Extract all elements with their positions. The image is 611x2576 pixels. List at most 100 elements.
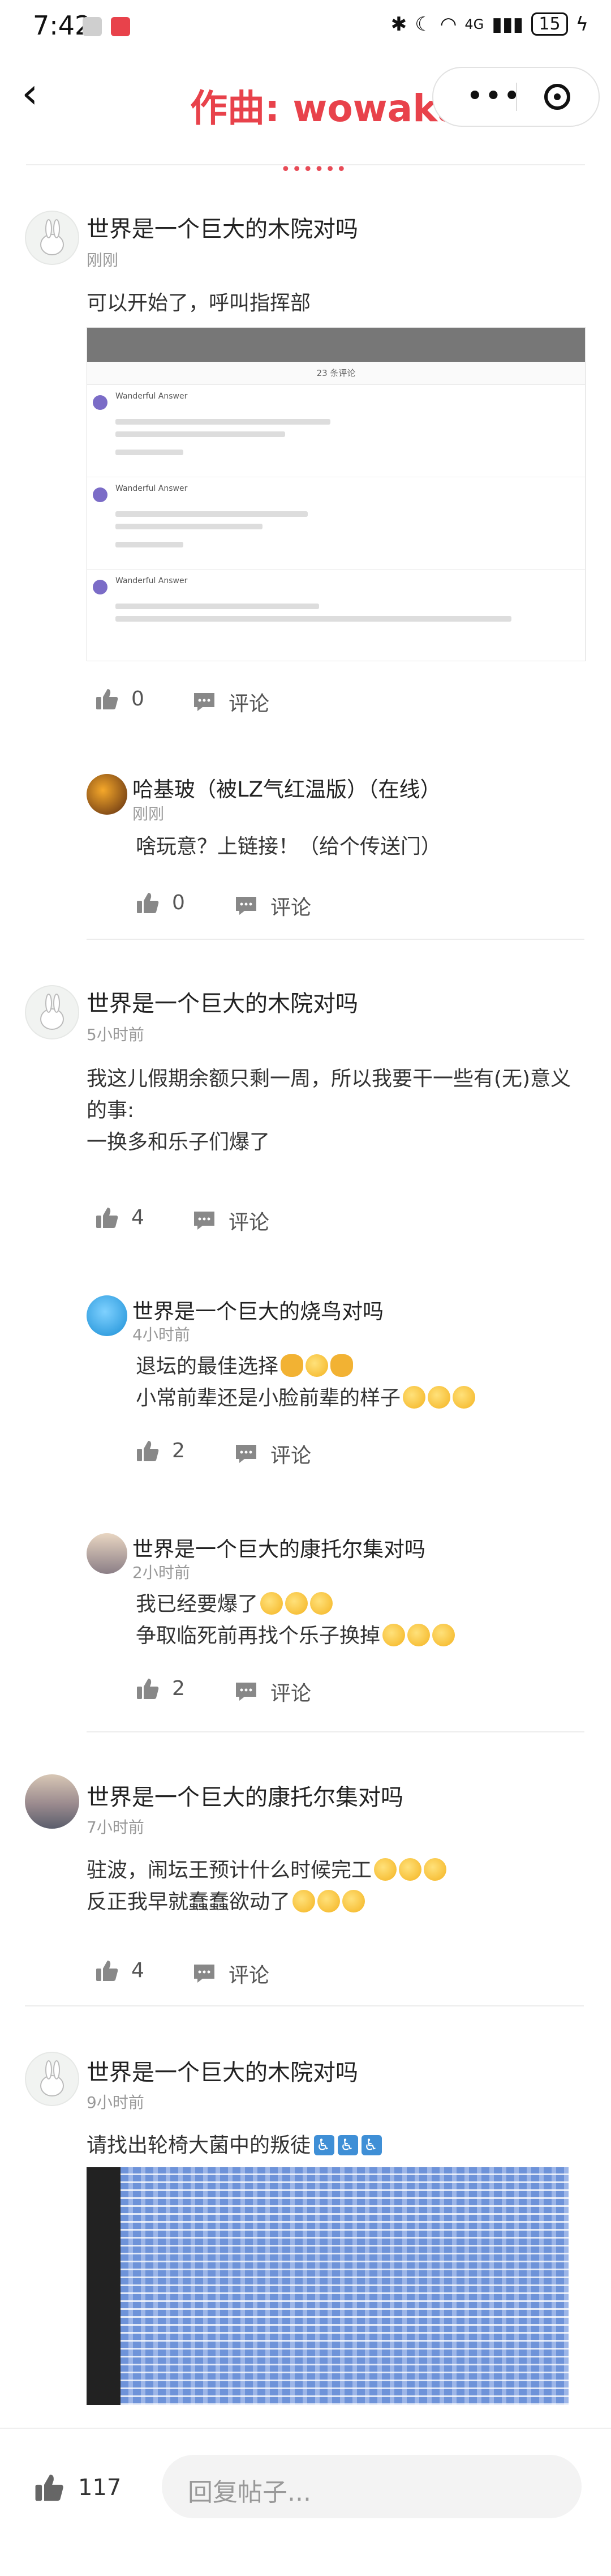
smile-emoji	[285, 1592, 308, 1615]
avatar[interactable]	[25, 985, 79, 1039]
post-like-button[interactable]: 117	[34, 2473, 121, 2502]
divider	[25, 2005, 584, 2006]
username[interactable]: 世界是一个巨大的康托尔集对吗	[87, 1779, 403, 1812]
status-bar: 7:42 ✱ ☾ ◠ 4G ▮▮▮ 15 ϟ	[0, 0, 611, 57]
laughing-tears-emoji	[428, 1386, 451, 1409]
like-count: 0	[131, 687, 144, 711]
reply-text: 退坛的最佳选择 小常前辈还是小脸前辈的样子	[136, 1351, 476, 1414]
like-count: 0	[172, 891, 185, 914]
image-toolbar	[87, 2167, 121, 2405]
comment-label: 评论	[270, 1682, 312, 1705]
like-count: 4	[131, 1959, 144, 1982]
smile-emoji	[317, 1890, 341, 1912]
comment-button[interactable]: 评论	[192, 687, 269, 717]
embedded-image[interactable]	[87, 2167, 569, 2405]
close-miniapp-icon[interactable]	[544, 84, 570, 110]
wheelchair-emoji	[314, 2135, 335, 2155]
page-title: 作曲: wowaka	[190, 87, 463, 130]
notification-icon	[83, 17, 102, 36]
reply-text: 我已经要爆了 争取临死前再找个乐子换掉	[136, 1589, 455, 1652]
back-icon[interactable]: ‹	[21, 72, 38, 114]
comment-label: 评论	[229, 1964, 270, 1987]
comment-text: 驻波，闹坛王预计什么时候完工 反正我早就蠢蠢欲动了	[87, 1855, 447, 1918]
laughing-tears-emoji	[453, 1386, 476, 1409]
bluetooth-icon: ✱	[390, 12, 407, 36]
thumb-up-icon	[137, 892, 159, 913]
username[interactable]: 世界是一个巨大的木院对吗	[87, 211, 358, 243]
thumb-up-icon	[96, 688, 118, 709]
app-notification-icon	[111, 17, 130, 36]
screenshot-header: 23 条评论	[87, 362, 585, 385]
reply-input[interactable]: 回复帖子...	[162, 2455, 582, 2518]
smile-emoji	[260, 1592, 283, 1615]
truncated-previous-text: ▔▔ ▔▔ ▔	[26, 120, 196, 130]
signal-icon: ▮▮▮	[492, 12, 524, 36]
like-count: 2	[172, 1677, 185, 1700]
more-icon[interactable]: •••	[466, 79, 522, 113]
thinking-emoji	[374, 1858, 397, 1881]
comment-button[interactable]: 评论	[234, 891, 311, 921]
network-type: 4G	[464, 16, 484, 32]
thinking-emoji	[424, 1858, 447, 1881]
like-button[interactable]: 0	[136, 891, 185, 914]
moon-icon: ☾	[415, 12, 432, 36]
thumb-up-icon	[96, 1207, 118, 1228]
avatar[interactable]	[87, 1295, 127, 1336]
divider	[87, 939, 584, 940]
battery-level: 15	[531, 12, 568, 36]
comment-button[interactable]: 评论	[192, 1206, 269, 1235]
avatar[interactable]	[87, 774, 127, 815]
smile-emoji	[310, 1592, 333, 1615]
comment-label: 评论	[229, 692, 270, 716]
capsule-divider	[516, 83, 517, 111]
like-count: 2	[172, 1439, 185, 1462]
comment-button[interactable]: 评论	[234, 1439, 311, 1469]
smile-emoji	[342, 1890, 365, 1912]
avatar[interactable]	[25, 1774, 79, 1829]
comment-icon	[236, 1445, 256, 1463]
like-button[interactable]: 4	[95, 1206, 144, 1229]
timestamp: 刚刚	[87, 251, 119, 269]
like-button[interactable]: 2	[136, 1677, 185, 1700]
avatar[interactable]	[25, 211, 79, 265]
avatar[interactable]	[87, 1533, 127, 1574]
like-button[interactable]: 0	[95, 687, 144, 711]
wifi-icon: ◠	[440, 12, 457, 36]
username[interactable]: 哈基玻（被LZ气红温版）（在线）	[132, 772, 441, 803]
like-button[interactable]: 4	[95, 1959, 144, 1982]
username[interactable]: 世界是一个巨大的烧鸟对吗	[132, 1294, 384, 1325]
username[interactable]: 世界是一个巨大的木院对吗	[87, 985, 358, 1018]
comment-text: 我这儿假期余额只剩一周，所以我要干一些有(无)意义 的事: 一换多和乐子们爆了	[87, 1067, 571, 1154]
embedded-screenshot[interactable]: 23 条评论 Wanderful Answer Wanderful Answer…	[87, 327, 586, 661]
divider	[87, 1731, 584, 1732]
comment-button[interactable]: 评论	[192, 1959, 269, 1988]
smile-emoji	[306, 1354, 329, 1377]
screenshot-topbar	[87, 328, 585, 362]
status-icons: ✱ ☾ ◠ 4G ▮▮▮ 15 ϟ	[391, 12, 588, 36]
comment-icon	[236, 897, 256, 915]
screenshot-item: Wanderful Answer	[87, 477, 585, 570]
laughing-tears-emoji	[403, 1386, 426, 1409]
comment-icon	[194, 1965, 214, 1983]
username[interactable]: 世界是一个巨大的木院对吗	[87, 2054, 358, 2087]
avatar[interactable]	[25, 2052, 79, 2106]
reply-placeholder: 回复帖子...	[188, 2478, 311, 2507]
comment-label: 评论	[270, 1444, 312, 1467]
timestamp: 9小时前	[87, 2093, 144, 2112]
smile-emoji	[292, 1890, 316, 1912]
miniapp-capsule: •••	[432, 67, 600, 127]
comment-icon	[236, 1683, 256, 1701]
image-grid	[121, 2167, 569, 2405]
username[interactable]: 世界是一个巨大的康托尔集对吗	[132, 1532, 425, 1563]
wheelchair-emoji	[338, 2135, 359, 2155]
comment-button[interactable]: 评论	[234, 1677, 311, 1706]
timestamp: 7小时前	[87, 1818, 144, 1837]
like-button[interactable]: 2	[136, 1439, 185, 1462]
charging-icon: ϟ	[575, 12, 588, 36]
smile-emoji	[407, 1624, 431, 1646]
timestamp: 2小时前	[132, 1563, 190, 1582]
timestamp: 5小时前	[87, 1025, 144, 1044]
screenshot-item: Wanderful Answer	[87, 570, 585, 661]
thinking-emoji	[399, 1858, 422, 1881]
waving-hand-emoji	[281, 1354, 304, 1377]
